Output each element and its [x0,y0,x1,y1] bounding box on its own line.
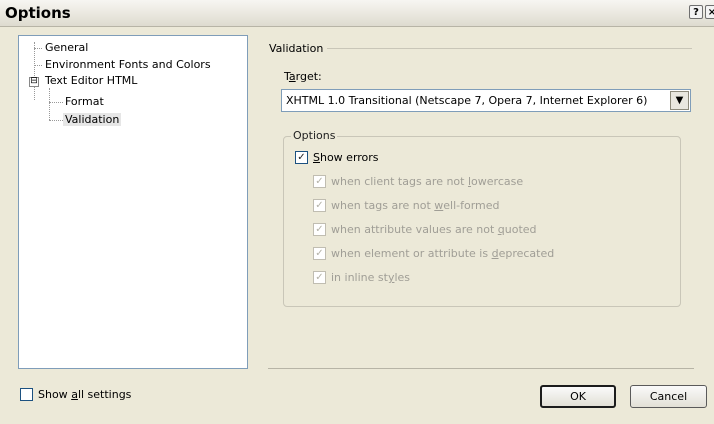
title-bar: Options ? × [0,0,714,27]
lowercase-tags-checkbox[interactable]: ✓ when client tags are not lowercase [313,174,523,190]
tree-line [49,88,50,120]
tree-item-label: Environment Fonts and Colors [45,58,211,71]
tree-item-label: Validation [63,113,122,126]
cancel-button[interactable]: Cancel [630,385,707,408]
options-group-label: Options [291,129,338,142]
tree-item-environment-fonts-colors[interactable]: Environment Fonts and Colors [45,57,211,73]
checkbox-checked-icon: ✓ [313,174,326,188]
quoted-values-checkbox[interactable]: ✓ when attribute values are not quoted [313,222,537,238]
window-title: Options [5,4,71,22]
checkbox-checked-icon: ✓ [313,222,326,236]
well-formed-checkbox[interactable]: ✓ when tags are not well-formed [313,198,500,214]
tree-line [49,120,63,121]
tree-line [34,65,42,66]
close-button[interactable]: × [705,5,714,19]
help-button[interactable]: ? [689,5,703,19]
section-title: Validation [269,42,324,55]
checkbox-checked-icon: ✓ [313,198,326,212]
tree-line [34,42,35,100]
section-divider [327,48,692,49]
cancel-button-label: Cancel [649,390,688,403]
tree-line [34,48,42,49]
tree-item-text-editor-html[interactable]: Text Editor HTML [45,73,137,89]
target-select[interactable]: XHTML 1.0 Transitional (Netscape 7, Oper… [281,89,691,112]
ok-button-label: OK [570,390,586,403]
dropdown-button[interactable]: ▼ [670,91,689,110]
target-select-value: XHTML 1.0 Transitional (Netscape 7, Oper… [286,94,648,107]
ok-button[interactable]: OK [540,385,616,408]
tree-item-label: General [45,41,89,54]
tree-item-format[interactable]: Format [65,94,104,110]
inline-styles-checkbox[interactable]: ✓ in inline styles [313,270,410,286]
deprecated-checkbox[interactable]: ✓ when element or attribute is deprecated [313,246,554,262]
tree-item-validation[interactable]: Validation [63,112,122,128]
help-icon: ? [693,7,699,18]
checkbox-checked-icon: ✓ [313,270,326,284]
collapse-icon[interactable]: ⊟ [29,77,39,87]
chevron-down-icon: ▼ [675,95,684,106]
checkbox-checked-icon: ✓ [295,150,308,164]
tree-line [49,102,63,103]
close-icon: × [707,7,714,18]
settings-tree[interactable]: General Environment Fonts and Colors ⊟ T… [18,35,248,369]
footer-divider [268,368,694,369]
checkbox-checked-icon: ✓ [313,246,326,260]
tree-item-label: Text Editor HTML [45,74,138,87]
checkbox-unchecked-icon [20,387,33,401]
target-label: Target: [284,70,322,83]
tree-item-label: Format [65,95,104,108]
tree-item-general[interactable]: General [45,40,88,56]
show-errors-checkbox[interactable]: ✓ Show errors [295,150,379,166]
show-all-settings-checkbox[interactable]: Show all settings [20,387,131,403]
